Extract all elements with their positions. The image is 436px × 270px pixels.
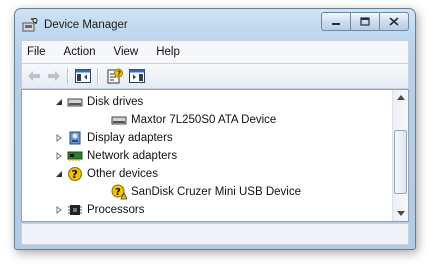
tree-item-label: Maxtor 7L250S0 ATA Device [131, 114, 277, 126]
menu-view[interactable]: View [105, 42, 148, 62]
help-icon [129, 69, 145, 83]
show-hide-console-tree-icon [75, 69, 91, 83]
tree-item-label: Network adapters [87, 150, 178, 162]
svg-text:?: ? [115, 187, 121, 198]
toolbar-separator [97, 68, 99, 84]
svg-text:?: ? [72, 168, 78, 181]
minimize-icon [332, 22, 340, 25]
maximize-button[interactable] [350, 12, 380, 31]
show-hide-console-tree-button[interactable] [74, 67, 92, 85]
display-adapter-icon [67, 131, 83, 145]
back-icon [28, 71, 40, 81]
expand-arrow-icon[interactable] [55, 134, 63, 142]
toolbar: ? [21, 63, 409, 89]
properties-button[interactable]: ? [106, 67, 124, 85]
status-bar [21, 223, 409, 245]
maximize-icon [360, 17, 370, 26]
menu-bar: File Action View Help [21, 40, 409, 63]
tree-item-processors[interactable]: Processors [55, 201, 145, 219]
device-tree[interactable]: Disk drives Maxtor 7L250S0 ATA Device Di… [21, 89, 409, 222]
scroll-up-icon [396, 95, 405, 100]
title-bar[interactable]: Device Manager [15, 9, 415, 39]
tree-item-label: Processors [87, 204, 145, 216]
help-button[interactable] [128, 67, 146, 85]
collapse-arrow-icon[interactable] [55, 98, 63, 106]
minimize-button[interactable] [321, 12, 351, 31]
processor-icon [67, 203, 83, 217]
unknown-device-icon: ? [67, 167, 83, 181]
menu-help[interactable]: Help [147, 42, 189, 62]
tree-item-network-adapters[interactable]: Network adapters [55, 147, 177, 165]
window-title: Device Manager [44, 19, 128, 31]
disk-drive-icon [111, 113, 127, 127]
device-manager-window: Device Manager File Action View Help ? D… [14, 8, 416, 250]
tree-item-other-devices[interactable]: ? Other devices [55, 165, 158, 183]
tree-item-label: Display adapters [87, 132, 173, 144]
network-adapter-icon [67, 149, 83, 163]
tree-item-label: SanDisk Cruzer Mini USB Device [131, 186, 301, 198]
tree-item-sandisk-device[interactable]: ? SanDisk Cruzer Mini USB Device [111, 183, 301, 201]
collapse-arrow-icon[interactable] [55, 170, 63, 178]
forward-button[interactable] [45, 67, 63, 85]
menu-action[interactable]: Action [55, 42, 105, 62]
expand-arrow-icon[interactable] [55, 152, 63, 160]
tree-item-display-adapters[interactable]: Display adapters [55, 129, 173, 147]
svg-text:?: ? [117, 70, 121, 78]
tree-item-label: Other devices [87, 168, 158, 180]
scroll-down-icon [396, 211, 405, 216]
scroll-up-button[interactable] [393, 90, 408, 105]
expand-arrow-icon[interactable] [55, 206, 63, 214]
close-button[interactable] [379, 12, 409, 31]
back-button[interactable] [25, 67, 43, 85]
toolbar-separator [67, 68, 69, 84]
unknown-device-warning-icon: ? [111, 184, 127, 200]
device-manager-icon [22, 17, 38, 32]
tree-item-label: Disk drives [87, 96, 144, 108]
disk-drive-icon [67, 95, 83, 109]
tree-item-disk-drives[interactable]: Disk drives [55, 93, 143, 111]
properties-icon: ? [107, 68, 123, 84]
forward-icon [48, 71, 60, 81]
scroll-thumb[interactable] [394, 130, 407, 194]
window-controls [321, 12, 409, 31]
close-icon [389, 17, 399, 26]
tree-item-maxtor-device[interactable]: Maxtor 7L250S0 ATA Device [111, 111, 276, 129]
menu-file[interactable]: File [22, 42, 55, 62]
scroll-down-button[interactable] [393, 206, 408, 221]
vertical-scrollbar[interactable] [392, 90, 408, 221]
